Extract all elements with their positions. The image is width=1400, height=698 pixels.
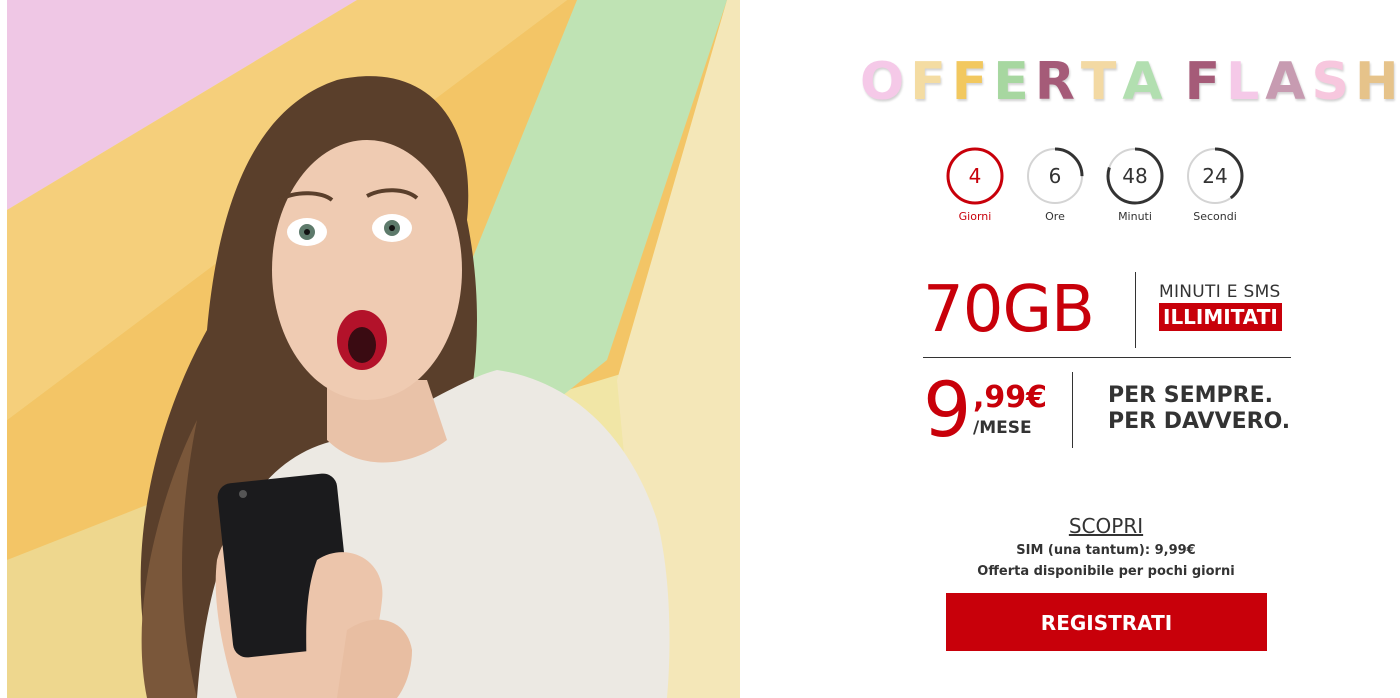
title-letter: H xyxy=(1354,52,1400,112)
divider xyxy=(1135,272,1136,348)
unlimited-badge: ILLIMITATI xyxy=(1159,303,1282,331)
countdown-unit: 48 Minuti xyxy=(1105,146,1165,223)
data-amount: 70GB xyxy=(923,273,1095,347)
availability-text: Offerta disponibile per pochi giorni xyxy=(977,564,1235,579)
title-letter: R xyxy=(1034,52,1081,112)
title-letter: F xyxy=(910,52,952,112)
title-letter: A xyxy=(1122,52,1169,112)
sim-fee-text: SIM (una tantum): 9,99€ xyxy=(1016,543,1196,558)
countdown-unit: 6 Ore xyxy=(1025,146,1085,223)
title-letter: T xyxy=(1080,52,1123,112)
title-letter: F xyxy=(1184,52,1227,112)
countdown-unit: 24 Secondi xyxy=(1185,146,1245,223)
forever-line-2: PER DAVVERO. xyxy=(1108,409,1291,434)
title-letter: S xyxy=(1311,52,1355,112)
divider xyxy=(1072,372,1073,448)
price-decimal: ,99€ xyxy=(973,380,1048,415)
countdown-value: 48 xyxy=(1122,164,1148,188)
forever-text: PER SEMPRE. PER DAVVERO. xyxy=(1108,383,1290,435)
hero-image xyxy=(7,0,740,698)
data-offer: 70GB MINUTI E SMS ILLIMITATI xyxy=(923,270,1291,358)
title-letter xyxy=(1169,52,1185,112)
forever-line-1: PER SEMPRE. xyxy=(1108,383,1273,408)
minutes-sms-label: MINUTI E SMS xyxy=(1159,282,1281,302)
title-letter: E xyxy=(993,52,1035,112)
countdown-label: Giorni xyxy=(958,210,992,223)
countdown-label: Minuti xyxy=(1118,210,1152,223)
countdown-timer: 4 Giorni 6 Ore 48 Minuti 24 Secondi xyxy=(945,146,1255,226)
countdown-unit: 4 Giorni xyxy=(945,146,1005,223)
register-button[interactable]: REGISTRATI xyxy=(946,593,1267,651)
price-integer: 9 xyxy=(923,365,972,454)
title-letter: F xyxy=(951,52,994,112)
countdown-value: 6 xyxy=(1048,164,1062,188)
countdown-value: 4 xyxy=(968,164,982,188)
discover-link[interactable]: SCOPRI xyxy=(1069,514,1143,538)
offer-panel: OFFERTA FLASH 4 Giorni 6 Ore 48 Minuti 24 Secon… xyxy=(740,0,1400,698)
discover-container: SCOPRI xyxy=(946,514,1266,538)
offer-title: OFFERTA FLASH xyxy=(860,52,1399,112)
countdown-label: Secondi xyxy=(1193,210,1237,223)
countdown-label: Ore xyxy=(1045,210,1065,223)
countdown-value: 24 xyxy=(1202,164,1228,188)
title-letter: L xyxy=(1226,52,1266,112)
price-period: /MESE xyxy=(973,418,1032,438)
title-letter: O xyxy=(860,52,911,112)
title-letter: A xyxy=(1265,52,1312,112)
divider xyxy=(923,357,1291,358)
